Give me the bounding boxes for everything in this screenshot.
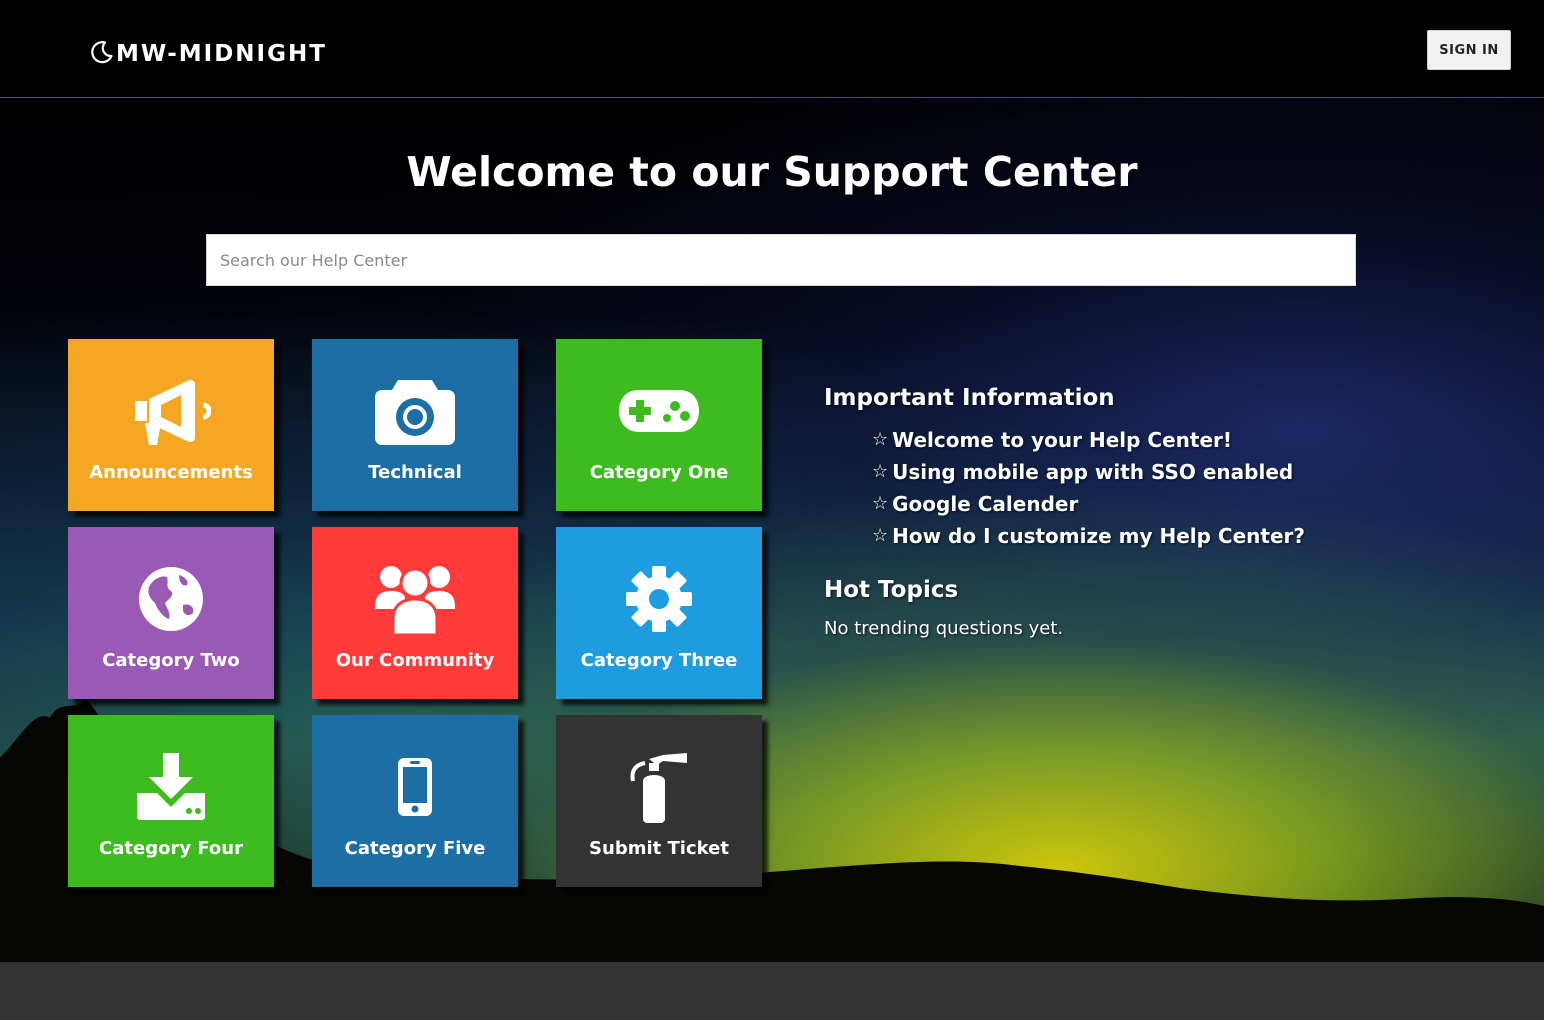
hot-topics-heading: Hot Topics: [824, 577, 959, 603]
camera-icon: [312, 373, 518, 449]
important-info-list: ☆ Welcome to your Help Center! ☆ Using m…: [824, 424, 1464, 552]
article-link[interactable]: How do I customize my Help Center?: [892, 520, 1305, 552]
tile-label: Submit Ticket: [589, 838, 729, 859]
download-icon: [68, 749, 274, 825]
tile-label: Category One: [589, 462, 729, 483]
hot-topics-empty-text: No trending questions yet.: [824, 618, 1064, 639]
page-title: Welcome to our Support Center: [406, 148, 1138, 196]
tile-category-four[interactable]: Category Four: [68, 715, 274, 887]
tile-label: Announcements: [89, 462, 253, 483]
tile-category-three[interactable]: Category Three: [556, 527, 762, 699]
globe-icon: [68, 561, 274, 637]
list-item: ☆ Using mobile app with SSO enabled: [872, 456, 1464, 488]
info-panel: Important Information ☆ Welcome to your …: [824, 382, 1464, 642]
fire-extinguisher-icon: [556, 749, 762, 825]
crescent-moon-icon: [90, 40, 114, 68]
list-item: ☆ How do I customize my Help Center?: [872, 520, 1464, 552]
article-link[interactable]: Using mobile app with SSO enabled: [892, 456, 1293, 488]
gear-icon: [556, 561, 762, 637]
star-outline-icon: ☆: [872, 461, 889, 482]
star-outline-icon: ☆: [872, 493, 889, 514]
article-link[interactable]: Welcome to your Help Center!: [892, 424, 1232, 456]
tile-label: Category Three: [580, 650, 738, 671]
tile-label: Technical: [368, 462, 462, 483]
list-item: ☆ Google Calender: [872, 488, 1464, 520]
tile-announcements[interactable]: Announcements: [68, 339, 274, 511]
mobile-phone-icon: [312, 749, 518, 825]
tile-label: Category Five: [344, 838, 486, 859]
list-item: ☆ Welcome to your Help Center!: [872, 424, 1464, 456]
tile-submit-ticket[interactable]: Submit Ticket: [556, 715, 762, 887]
tile-label: Category Two: [102, 650, 240, 671]
tile-category-one[interactable]: Category One: [556, 339, 762, 511]
top-header: MW-MIDNIGHT SIGN IN: [0, 0, 1544, 98]
star-outline-icon: ☆: [872, 429, 889, 450]
sign-in-button[interactable]: SIGN IN: [1427, 30, 1511, 70]
search-input[interactable]: [206, 234, 1356, 286]
page-footer: [0, 962, 1544, 1020]
tile-label: Category Four: [99, 838, 243, 859]
tile-category-two[interactable]: Category Two: [68, 527, 274, 699]
logo-text: MW-MIDNIGHT: [116, 41, 327, 67]
tile-our-community[interactable]: Our Community: [312, 527, 518, 699]
article-link[interactable]: Google Calender: [892, 488, 1078, 520]
gamepad-icon: [556, 373, 762, 449]
users-icon: [312, 561, 518, 637]
tile-label: Our Community: [335, 650, 495, 671]
important-info-heading: Important Information: [824, 385, 1115, 411]
tile-technical[interactable]: Technical: [312, 339, 518, 511]
megaphone-icon: [68, 373, 274, 449]
star-outline-icon: ☆: [872, 525, 889, 546]
tile-category-five[interactable]: Category Five: [312, 715, 518, 887]
logo-link[interactable]: MW-MIDNIGHT: [90, 38, 327, 70]
